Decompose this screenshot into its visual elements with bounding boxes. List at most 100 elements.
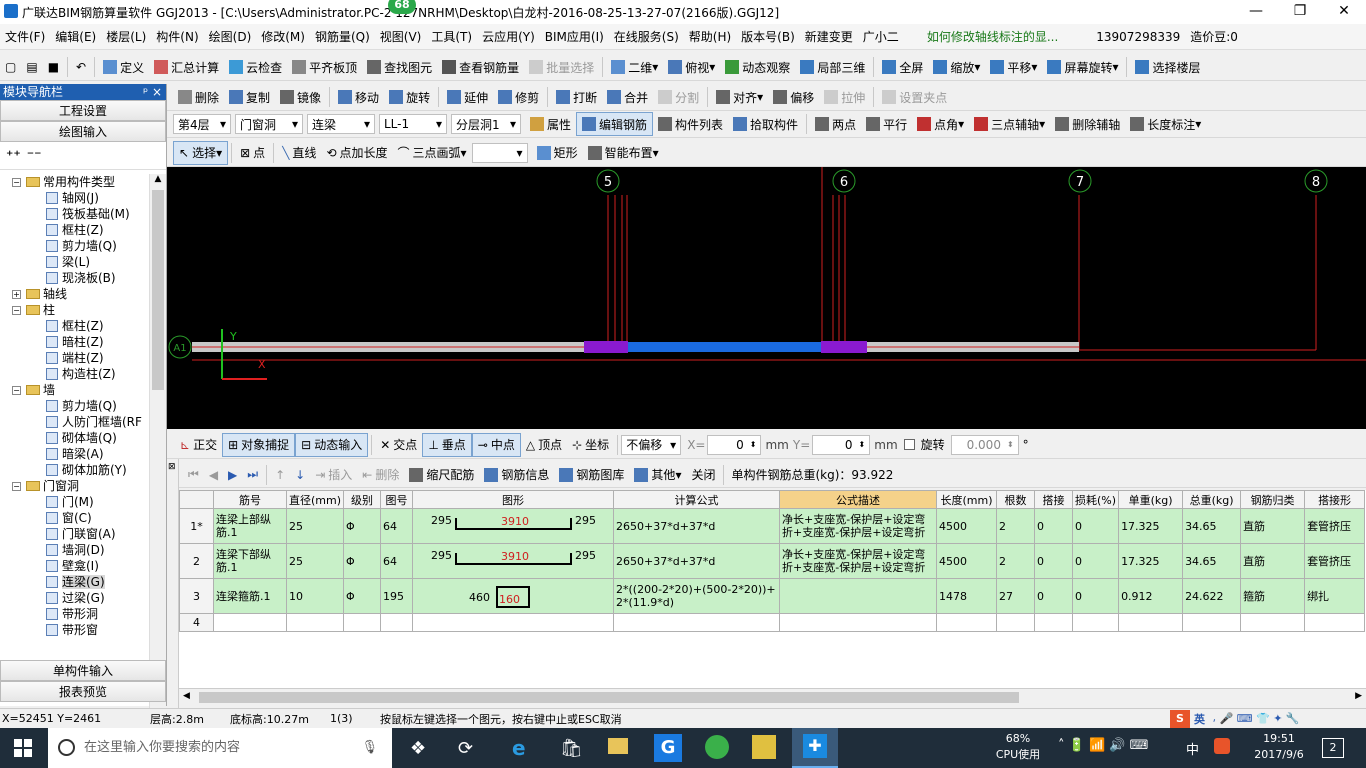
tree-item[interactable]: 过梁(G) (0, 590, 148, 606)
rectangle-button[interactable]: 矩形 (532, 141, 583, 165)
rotate-checkbox[interactable] (903, 439, 915, 450)
2d-view-dropdown[interactable]: 二维 ▾ (606, 55, 663, 79)
menu-file[interactable]: 文件(F) (0, 24, 50, 50)
dynamic-input-button[interactable]: ⊟ 动态输入 (295, 432, 369, 457)
table-hscrollbar[interactable]: ◀ ▶ (179, 688, 1366, 706)
line-button[interactable]: ╲ 直线 (277, 141, 321, 165)
row-number[interactable]: 2 (179, 543, 214, 579)
other-dropdown[interactable]: 其他 ▾ (629, 463, 686, 487)
column-header[interactable]: 搭接形 (1304, 490, 1366, 509)
select-button[interactable]: ↖ 选择 ▾ (173, 140, 229, 165)
ime-lang[interactable]: 英 (1194, 711, 1205, 727)
mirror-button[interactable]: 镜像 (275, 85, 326, 109)
offset-mode-select[interactable]: 不偏移 ▾ (621, 434, 682, 455)
parallel-button[interactable]: 平行 (861, 112, 912, 136)
cell-shape[interactable]: 295 3910 295 (412, 543, 615, 579)
menu-guangxiaoer[interactable]: 广小二 (858, 24, 904, 50)
collapse-icon[interactable]: − (12, 386, 21, 395)
arc-mode-select[interactable]: ▾ (471, 142, 528, 163)
break-button[interactable]: 打断 (551, 85, 602, 109)
cell-grade[interactable]: Φ (343, 543, 382, 579)
cell-count[interactable]: 2 (996, 508, 1036, 544)
collapse-icon[interactable]: − (12, 306, 21, 315)
three-point-arc-dropdown[interactable]: ⌒ 三点画弧 ▾ (393, 141, 472, 165)
tree-item[interactable]: 连梁(G) (0, 574, 148, 590)
table-row[interactable]: 4 (179, 613, 1366, 632)
action-center-icon[interactable]: 2 (1322, 738, 1344, 758)
tree-item[interactable]: 梁(L) (0, 254, 148, 270)
offset-button[interactable]: 偏移 (768, 85, 819, 109)
cell-total[interactable]: 34.65 (1182, 508, 1242, 544)
length-dimension-dropdown[interactable]: 长度标注 ▾ (1125, 112, 1206, 136)
cell-loss[interactable]: 0 (1072, 508, 1120, 544)
rotate-button[interactable]: 旋转 (384, 85, 435, 109)
cell-fig[interactable]: 195 (380, 578, 414, 614)
cell-dia[interactable] (285, 613, 345, 632)
cell-laptype[interactable]: 套管挤压 (1304, 543, 1366, 579)
cell-shape[interactable]: 460 160 (412, 578, 615, 614)
tree-scrollbar[interactable]: ▲ ▼ (149, 174, 166, 724)
cell-len[interactable] (936, 613, 998, 632)
clock[interactable]: 19:51 2017/9/6 (1246, 731, 1312, 763)
last-record-button[interactable]: ⏭ (242, 463, 263, 487)
coordinate-snap[interactable]: ⊹ 坐标 (567, 433, 614, 457)
cell-cat[interactable]: 直筋 (1240, 508, 1306, 544)
cell-desc[interactable]: 净长+支座宽-保护层+设定弯折+支座宽-保护层+设定弯折 (779, 508, 938, 544)
trim-button[interactable]: 修剪 (493, 85, 544, 109)
tree-folder[interactable]: − 常用构件类型 (0, 174, 148, 190)
input-lang[interactable]: 中 (1186, 739, 1199, 758)
intersection-snap[interactable]: ✕ 交点 (375, 433, 422, 457)
dynamic-observe-button[interactable]: 动态观察 (720, 55, 795, 79)
cell-count[interactable]: 2 (996, 543, 1036, 579)
tree-item[interactable]: 现浇板(B) (0, 270, 148, 286)
tree-item[interactable]: 砌体墙(Q) (0, 430, 148, 446)
expand-all-icon[interactable]: ⁺⁺ (6, 148, 21, 164)
point-button[interactable]: ⊠ 点 (235, 141, 270, 165)
batch-select-button[interactable]: 批量选择 (524, 55, 599, 79)
category-select[interactable]: 门窗洞 ▾ (235, 114, 303, 134)
menu-bim[interactable]: BIM应用(I) (540, 24, 609, 50)
cell-total[interactable]: 34.65 (1182, 543, 1242, 579)
tree-item[interactable]: 门(M) (0, 494, 148, 510)
menu-help[interactable]: 帮助(H) (684, 24, 736, 50)
table-row[interactable]: 2 连梁下部纵筋.1 25 Φ 64 295 3910 295 2650+37*d+37*d 净长… (179, 543, 1366, 579)
tree-folder[interactable]: − 柱 (0, 302, 148, 318)
cell-fig[interactable]: 64 (380, 543, 414, 579)
tree-item[interactable]: 框柱(Z) (0, 222, 148, 238)
close-button[interactable]: ✕ (1322, 0, 1366, 24)
cell-len[interactable]: 4500 (936, 508, 998, 544)
cell-unit[interactable]: 17.325 (1118, 508, 1184, 544)
tree-item[interactable]: 剪力墙(Q) (0, 398, 148, 414)
new-file-icon[interactable]: ▢ (0, 55, 21, 79)
cell-desc[interactable]: 净长+支座宽-保护层+设定弯折+支座宽-保护层+设定弯折 (779, 543, 938, 579)
cell-unit[interactable] (1118, 613, 1184, 632)
edge-browser-icon[interactable]: e (512, 736, 526, 760)
column-header[interactable]: 图号 (380, 490, 414, 509)
column-header[interactable]: 计算公式 (613, 490, 781, 509)
pan-dropdown[interactable]: 平移 ▾ (985, 55, 1042, 79)
menu-floor[interactable]: 楼层(L) (101, 24, 151, 50)
column-header[interactable]: 长度(mm) (936, 490, 998, 509)
column-header[interactable]: 总重(kg) (1182, 490, 1242, 509)
screen-rotate-dropdown[interactable]: 屏幕旋转 ▾ (1042, 55, 1123, 79)
delete-row-button[interactable]: ⇤ 删除 (357, 463, 404, 487)
sogou-ime-icon[interactable]: S (1170, 709, 1190, 728)
sogou-tray-icon[interactable] (1214, 738, 1230, 754)
align-slab-top-button[interactable]: 平齐板顶 (287, 55, 362, 79)
first-record-button[interactable]: ⏮ (183, 463, 204, 487)
three-point-axis-dropdown[interactable]: 三点辅轴 ▾ (969, 112, 1050, 136)
summary-calc-button[interactable]: 汇总计算 (149, 55, 224, 79)
column-header[interactable]: 图形 (412, 490, 615, 509)
menu-tools[interactable]: 工具(T) (426, 24, 477, 50)
delete-aux-axis-button[interactable]: 删除辅轴 (1050, 112, 1125, 136)
user-phone[interactable]: 13907298339 (1091, 24, 1185, 50)
cell-laptype[interactable] (1304, 613, 1366, 632)
tree-folder[interactable]: + 轴线 (0, 286, 148, 302)
nav-pin-close-icon[interactable]: ᵖ × (143, 84, 162, 100)
collapse-icon[interactable]: − (12, 178, 21, 187)
x-input[interactable]: 0 ⬍ (707, 434, 762, 455)
tree-item[interactable]: 剪力墙(Q) (0, 238, 148, 254)
glodon-app-icon[interactable]: G (654, 734, 682, 762)
zoom-dropdown[interactable]: 缩放 ▾ (928, 55, 985, 79)
panel-close-icon[interactable]: ⊠ (168, 462, 176, 472)
